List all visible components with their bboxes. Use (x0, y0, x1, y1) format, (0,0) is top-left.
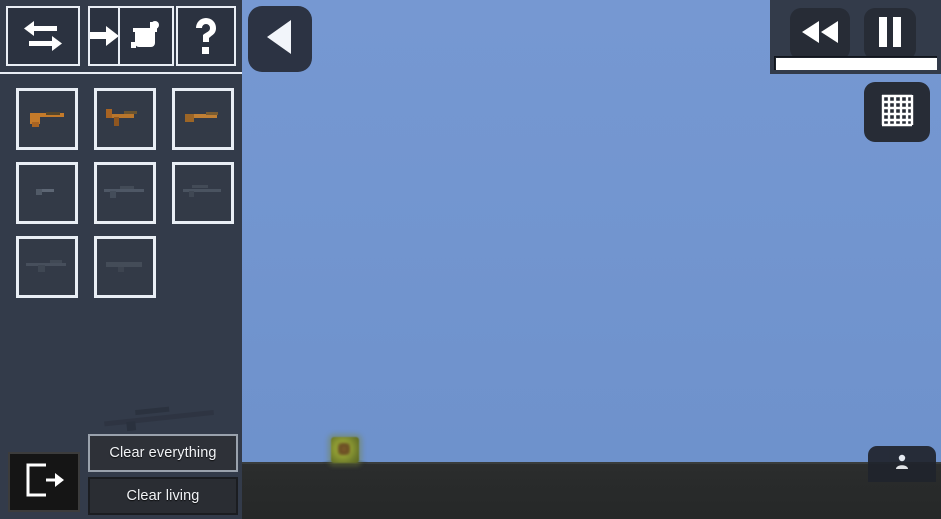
weapon-sprite (180, 105, 226, 134)
loose-weapon-sprite[interactable] (96, 398, 236, 434)
weapon-sprite (100, 253, 150, 282)
slot-smg[interactable] (94, 88, 156, 150)
question-mark-icon (191, 16, 221, 56)
rewind-button[interactable] (790, 8, 850, 60)
weapon-sprite (24, 105, 70, 134)
help-button[interactable] (176, 6, 236, 66)
weapon-sprite (22, 253, 72, 282)
inventory-grid (0, 82, 242, 304)
exit-door-icon (24, 462, 64, 503)
person-icon (895, 454, 909, 475)
slot-pistol-1[interactable] (16, 88, 78, 150)
weapon-sprite (100, 179, 150, 208)
inventory-row-1 (0, 82, 242, 156)
pause-icon (877, 16, 903, 52)
paint-bucket-icon (128, 18, 164, 54)
sidebar-toolbar (0, 0, 242, 74)
slot-lmg[interactable] (16, 236, 78, 298)
inventory-row-3 (0, 230, 242, 304)
slot-sniper[interactable] (172, 162, 234, 224)
clear-everything-button[interactable]: Clear everything (88, 434, 238, 472)
game-screen: Clear everything Clear living (0, 0, 941, 519)
grid-mesh-icon (880, 93, 914, 132)
arrow-right-icon (90, 23, 118, 49)
play-left-triangle-icon (263, 18, 297, 61)
back-button[interactable] (248, 6, 312, 72)
swap-button[interactable] (6, 6, 80, 66)
grid-toggle-button[interactable] (864, 82, 930, 142)
rewind-icon (800, 19, 840, 50)
clear-context-menu: Clear everything Clear living (88, 434, 238, 515)
clear-everything-label: Clear everything (109, 445, 217, 461)
slot-launcher[interactable] (94, 236, 156, 298)
slot-shotgun[interactable] (172, 88, 234, 150)
clear-living-label: Clear living (126, 488, 200, 504)
spawned-crate-object[interactable] (331, 437, 359, 463)
time-progress-bar[interactable] (774, 56, 937, 70)
toolbar-divider (0, 72, 242, 74)
weapon-sprite (24, 179, 70, 208)
pause-button[interactable] (864, 8, 916, 60)
weapon-sprite (102, 105, 148, 134)
weapon-sprite (178, 179, 228, 208)
slot-rifle[interactable] (94, 162, 156, 224)
clear-living-button[interactable]: Clear living (88, 477, 238, 515)
spawn-character-button[interactable] (868, 446, 936, 482)
swap-icon (22, 19, 64, 53)
slot-revolver[interactable] (16, 162, 78, 224)
next-button[interactable] (88, 6, 120, 66)
paint-button[interactable] (118, 6, 174, 66)
transport-controls (770, 0, 941, 74)
inventory-row-2 (0, 156, 242, 230)
time-progress-fill (776, 58, 937, 70)
exit-button[interactable] (8, 452, 80, 512)
